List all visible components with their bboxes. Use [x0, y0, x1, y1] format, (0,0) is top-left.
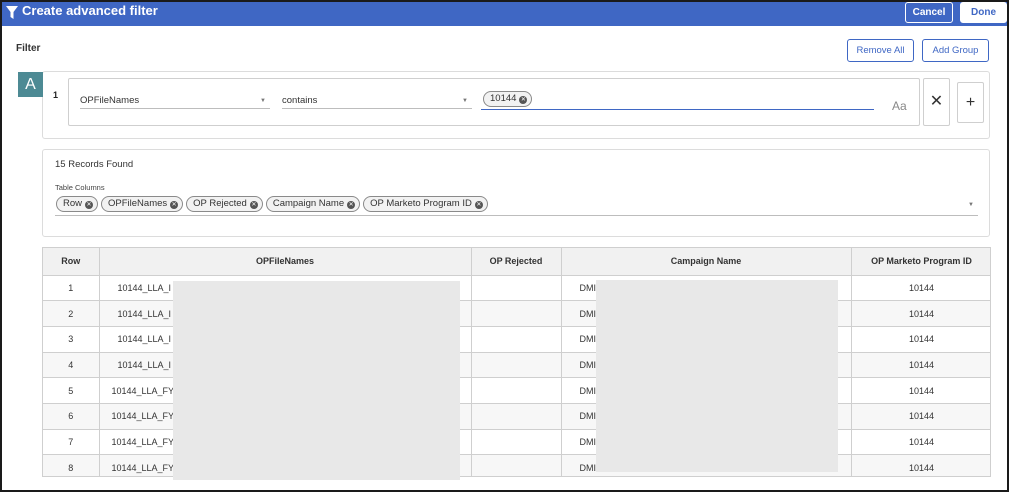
- cell-program-id: 10144: [851, 352, 990, 379]
- delete-rule-button[interactable]: ✕: [923, 78, 950, 126]
- cell-op-rejected: [471, 300, 562, 327]
- filter-icon: [6, 6, 18, 19]
- dialog-header: Create advanced filter Cancel Done: [2, 2, 1007, 26]
- value-chip-label: 10144: [490, 93, 517, 104]
- cancel-button[interactable]: Cancel: [905, 2, 953, 23]
- chip-remove-icon[interactable]: ✕: [170, 201, 179, 209]
- cell-op-rejected: [471, 429, 562, 456]
- cell-program-id: 10144: [851, 275, 990, 302]
- cell-row: 2: [43, 300, 100, 327]
- cell-op-rejected: [471, 454, 562, 476]
- cell-row: 4: [43, 352, 100, 379]
- value-chip: 10144 ✕: [483, 91, 533, 107]
- cell-row: 8: [43, 454, 100, 476]
- group-badge: A: [18, 72, 43, 97]
- advanced-filter-dialog: Create advanced filter Cancel Done Filte…: [0, 0, 1009, 492]
- cell-program-id: 10144: [851, 300, 990, 327]
- column-chip: OP Rejected ✕: [186, 196, 263, 212]
- field-select-value: OPFileNames: [80, 95, 140, 106]
- field-select[interactable]: OPFileNames ▼: [80, 95, 270, 109]
- value-input[interactable]: 10144 ✕: [481, 90, 874, 110]
- cell-op-rejected: [471, 275, 562, 302]
- remove-all-button[interactable]: Remove All: [847, 39, 914, 62]
- column-chip-label: OP Marketo Program ID: [370, 198, 472, 209]
- chevron-down-icon: ▼: [462, 98, 468, 104]
- table-columns-select[interactable]: Row ✕ OPFileNames ✕ OP Rejected ✕ Campaign Nam…: [55, 196, 978, 216]
- column-header-program-id[interactable]: OP Marketo Program ID: [851, 248, 990, 276]
- table-header-row: Row OPFileNames OP Rejected Campaign Nam…: [43, 248, 990, 276]
- records-count: 15 Records Found: [55, 159, 134, 170]
- column-header-opfilenames[interactable]: OPFileNames: [99, 248, 472, 276]
- cell-program-id: 10144: [851, 403, 990, 430]
- cell-program-id: 10144: [851, 454, 990, 476]
- redacted-area: [596, 280, 838, 472]
- column-header-op-rejected[interactable]: OP Rejected: [471, 248, 562, 276]
- case-sensitive-toggle[interactable]: Aa: [892, 99, 907, 113]
- rule-number: 1: [53, 90, 59, 100]
- column-chip: OPFileNames ✕: [101, 196, 184, 212]
- close-icon: ✕: [929, 93, 944, 110]
- column-chip: Row ✕: [56, 196, 99, 212]
- cell-op-rejected: [471, 377, 562, 404]
- cell-op-rejected: [471, 352, 562, 379]
- column-chip: Campaign Name ✕: [265, 196, 361, 212]
- cell-program-id: 10144: [851, 377, 990, 404]
- column-chip: OP Marketo Program ID ✕: [363, 196, 488, 212]
- cell-row: 6: [43, 403, 100, 430]
- cell-row: 3: [43, 326, 100, 353]
- table-columns-label: Table Columns: [55, 183, 105, 192]
- column-header-campaign-name[interactable]: Campaign Name: [561, 248, 852, 276]
- operator-select[interactable]: contains ▼: [282, 95, 472, 109]
- add-rule-button[interactable]: +: [957, 82, 984, 123]
- cell-op-rejected: [471, 326, 562, 353]
- cell-program-id: 10144: [851, 429, 990, 456]
- redacted-area: [173, 281, 460, 480]
- operator-select-value: contains: [282, 95, 318, 106]
- plus-icon: +: [965, 94, 976, 111]
- cell-row: 5: [43, 377, 100, 404]
- dialog-title: Create advanced filter: [22, 3, 158, 18]
- cell-row: 7: [43, 429, 100, 456]
- done-button[interactable]: Done: [960, 2, 1007, 23]
- chip-remove-icon[interactable]: ✕: [474, 201, 483, 209]
- column-chip-label: Row: [63, 198, 83, 209]
- chevron-down-icon: ▼: [968, 202, 974, 208]
- table-columns-chips: Row ✕ OPFileNames ✕ OP Rejected ✕ Campaign Nam…: [56, 196, 491, 214]
- filter-section-label: Filter: [16, 43, 41, 54]
- chip-remove-icon[interactable]: ✕: [85, 201, 94, 209]
- chip-remove-icon[interactable]: ✕: [347, 201, 356, 209]
- column-chip-label: OP Rejected: [193, 198, 247, 209]
- records-panel: [42, 149, 990, 237]
- chevron-down-icon: ▼: [260, 98, 266, 104]
- cell-row: 1: [43, 275, 100, 302]
- column-chip-label: OPFileNames: [108, 198, 168, 209]
- chip-remove-icon[interactable]: ✕: [249, 201, 258, 209]
- cell-program-id: 10144: [851, 326, 990, 353]
- column-chip-label: Campaign Name: [272, 198, 345, 209]
- cell-op-rejected: [471, 403, 562, 430]
- add-group-button[interactable]: Add Group: [922, 39, 989, 62]
- chip-remove-icon[interactable]: ✕: [519, 96, 528, 104]
- column-header-row[interactable]: Row: [43, 248, 100, 276]
